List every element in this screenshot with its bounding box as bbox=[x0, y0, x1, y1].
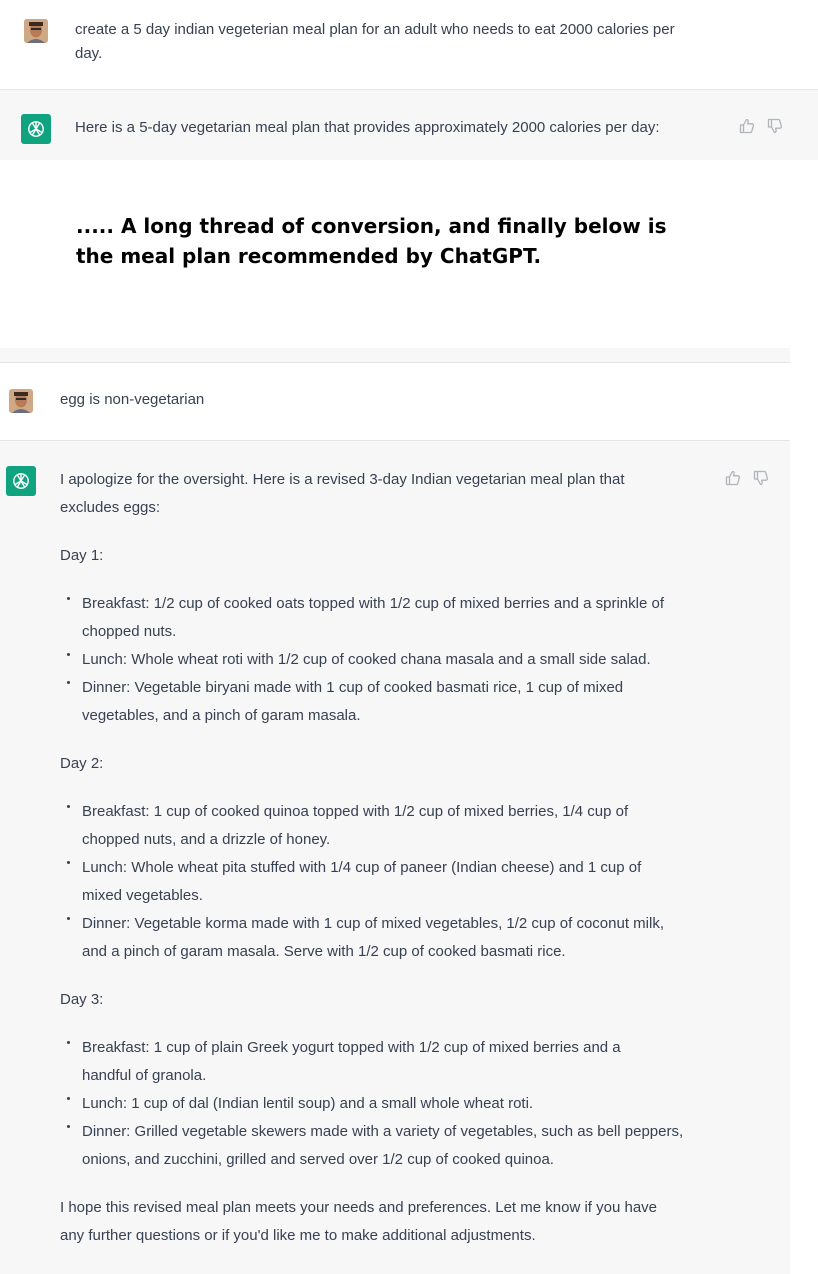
user-avatar bbox=[24, 19, 48, 43]
meal-item: Breakfast: 1 cup of cooked quinoa topped… bbox=[60, 798, 720, 854]
annotation-line: ..... A long thread of conversion, and f… bbox=[76, 214, 667, 238]
message-line: create a 5 day indian vegeterian meal pl… bbox=[75, 21, 675, 38]
meal-item: Breakfast: 1/2 cup of cooked oats topped… bbox=[60, 590, 720, 646]
annotation-line: the meal plan recommended by ChatGPT. bbox=[76, 244, 542, 268]
meal-line: Lunch: Whole wheat roti with 1/2 cup of … bbox=[82, 651, 651, 668]
user-message-text: create a 5 day indian vegeterian meal pl… bbox=[75, 16, 775, 68]
assistant-message-body: I apologize for the oversight. Here is a… bbox=[60, 466, 720, 1250]
openai-logo-icon bbox=[21, 114, 51, 144]
assistant-message-2: I apologize for the oversight. Here is a… bbox=[0, 441, 790, 1274]
meal-line: Dinner: Vegetable biryani made with 1 cu… bbox=[82, 679, 624, 696]
meal-line: handful of granola. bbox=[82, 1067, 207, 1084]
user-message-text: egg is non-vegetarian bbox=[60, 391, 205, 408]
meal-list: Breakfast: 1 cup of plain Greek yogurt t… bbox=[60, 1034, 720, 1174]
user-avatar bbox=[9, 389, 33, 413]
thumbs-up-button[interactable] bbox=[739, 118, 755, 134]
meal-item: Lunch: Whole wheat roti with 1/2 cup of … bbox=[60, 646, 720, 674]
meal-line: chopped nuts, and a drizzle of honey. bbox=[82, 831, 331, 848]
meal-line: Breakfast: 1 cup of plain Greek yogurt t… bbox=[82, 1039, 621, 1056]
meal-line: Dinner: Vegetable korma made with 1 cup … bbox=[82, 915, 664, 932]
thumbs-down-icon bbox=[753, 470, 769, 486]
meal-item: Dinner: Grilled vegetable skewers made w… bbox=[60, 1118, 720, 1174]
meal-line: onions, and zucchini, grilled and served… bbox=[82, 1151, 554, 1168]
day-heading: Day 1: bbox=[60, 547, 104, 564]
day-heading: Day 2: bbox=[60, 755, 104, 772]
meal-item: Dinner: Vegetable korma made with 1 cup … bbox=[60, 910, 720, 966]
meal-line: Dinner: Grilled vegetable skewers made w… bbox=[82, 1123, 684, 1140]
meal-item: Breakfast: 1 cup of plain Greek yogurt t… bbox=[60, 1034, 720, 1090]
intro-line: excludes eggs: bbox=[60, 499, 161, 516]
assistant-message-1: Here is a 5-day vegetarian meal plan tha… bbox=[0, 90, 818, 160]
meal-line: and a pinch of garam masala. Serve with … bbox=[82, 943, 566, 960]
thumbs-down-button[interactable] bbox=[767, 118, 783, 134]
message-line: day. bbox=[75, 45, 103, 62]
meal-item: Lunch: 1 cup of dal (Indian lentil soup)… bbox=[60, 1090, 720, 1118]
thumbs-up-icon bbox=[725, 470, 741, 486]
day-heading: Day 3: bbox=[60, 991, 104, 1008]
thumbs-down-button[interactable] bbox=[753, 470, 769, 486]
meal-line: chopped nuts. bbox=[82, 623, 177, 640]
meal-line: Lunch: 1 cup of dal (Indian lentil soup)… bbox=[82, 1095, 534, 1112]
meal-list: Breakfast: 1/2 cup of cooked oats topped… bbox=[60, 590, 720, 730]
closing-line: any further questions or if you'd like m… bbox=[60, 1227, 536, 1244]
thumbs-up-button[interactable] bbox=[725, 470, 741, 486]
user-message-1: create a 5 day indian vegeterian meal pl… bbox=[0, 0, 818, 90]
meal-item: Lunch: Whole wheat pita stuffed with 1/4… bbox=[60, 854, 720, 910]
assistant-message-text: Here is a 5-day vegetarian meal plan tha… bbox=[75, 119, 660, 136]
meal-line: vegetables, and a pinch of garam masala. bbox=[82, 707, 361, 724]
meal-item: Dinner: Vegetable biryani made with 1 cu… bbox=[60, 674, 720, 730]
meal-line: mixed vegetables. bbox=[82, 887, 203, 904]
section-divider bbox=[0, 348, 790, 363]
meal-line: Breakfast: 1/2 cup of cooked oats topped… bbox=[82, 595, 665, 612]
meal-line: Lunch: Whole wheat pita stuffed with 1/4… bbox=[82, 859, 642, 876]
intro-line: I apologize for the oversight. Here is a… bbox=[60, 471, 625, 488]
openai-logo-icon bbox=[6, 466, 36, 496]
closing-line: I hope this revised meal plan meets your… bbox=[60, 1199, 658, 1216]
annotation-text: ..... A long thread of conversion, and f… bbox=[76, 211, 666, 271]
meal-list: Breakfast: 1 cup of cooked quinoa topped… bbox=[60, 798, 720, 966]
meal-line: Breakfast: 1 cup of cooked quinoa topped… bbox=[82, 803, 629, 820]
thumbs-up-icon bbox=[739, 118, 755, 134]
user-message-2: egg is non-vegetarian bbox=[0, 363, 790, 441]
thumbs-down-icon bbox=[767, 118, 783, 134]
